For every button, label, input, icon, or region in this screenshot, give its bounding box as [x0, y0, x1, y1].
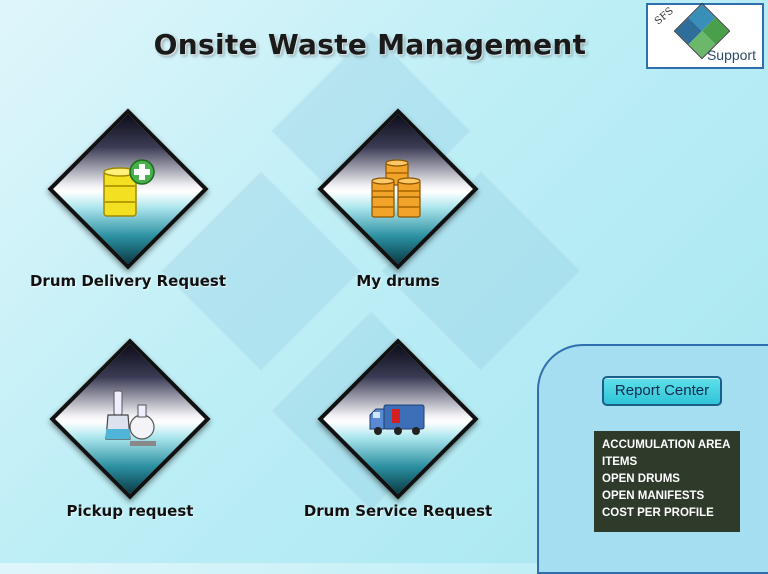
tile-label: My drums — [356, 272, 440, 290]
report-link-accumulation-area[interactable]: ACCUMULATION AREA — [602, 437, 740, 454]
support-logo-mark: SFS — [652, 5, 676, 28]
tile-drum-delivery-request[interactable]: Drum Delivery Request — [28, 108, 228, 295]
report-link-cost-per-profile[interactable]: COST PER PROFILE — [602, 505, 740, 522]
tile-diamond — [317, 108, 479, 270]
tile-diamond — [317, 338, 479, 500]
report-center-button[interactable]: Report Center — [602, 376, 722, 406]
tile-label: Drum Delivery Request — [29, 272, 227, 290]
tile-my-drums[interactable]: My drums — [298, 108, 498, 295]
tile-drum-service-request[interactable]: Drum Service Request — [298, 338, 498, 525]
tile-pickup-request[interactable]: Pickup request — [30, 338, 230, 525]
report-link-open-manifests[interactable]: OPEN MANIFESTS — [602, 488, 740, 505]
report-link-open-drums[interactable]: OPEN DRUMS — [602, 471, 740, 488]
page-title: Onsite Waste Management — [153, 28, 587, 61]
report-link-items[interactable]: ITEMS — [602, 454, 740, 471]
support-label: Support — [706, 47, 756, 63]
tile-label: Drum Service Request — [303, 502, 493, 520]
support-logo[interactable]: SFS Support — [646, 2, 764, 69]
tile-label: Pickup request — [66, 502, 194, 520]
report-links-list: ACCUMULATION AREA ITEMS OPEN DRUMS OPEN … — [594, 431, 740, 532]
tile-diamond — [49, 338, 211, 500]
tile-diamond — [47, 108, 209, 270]
